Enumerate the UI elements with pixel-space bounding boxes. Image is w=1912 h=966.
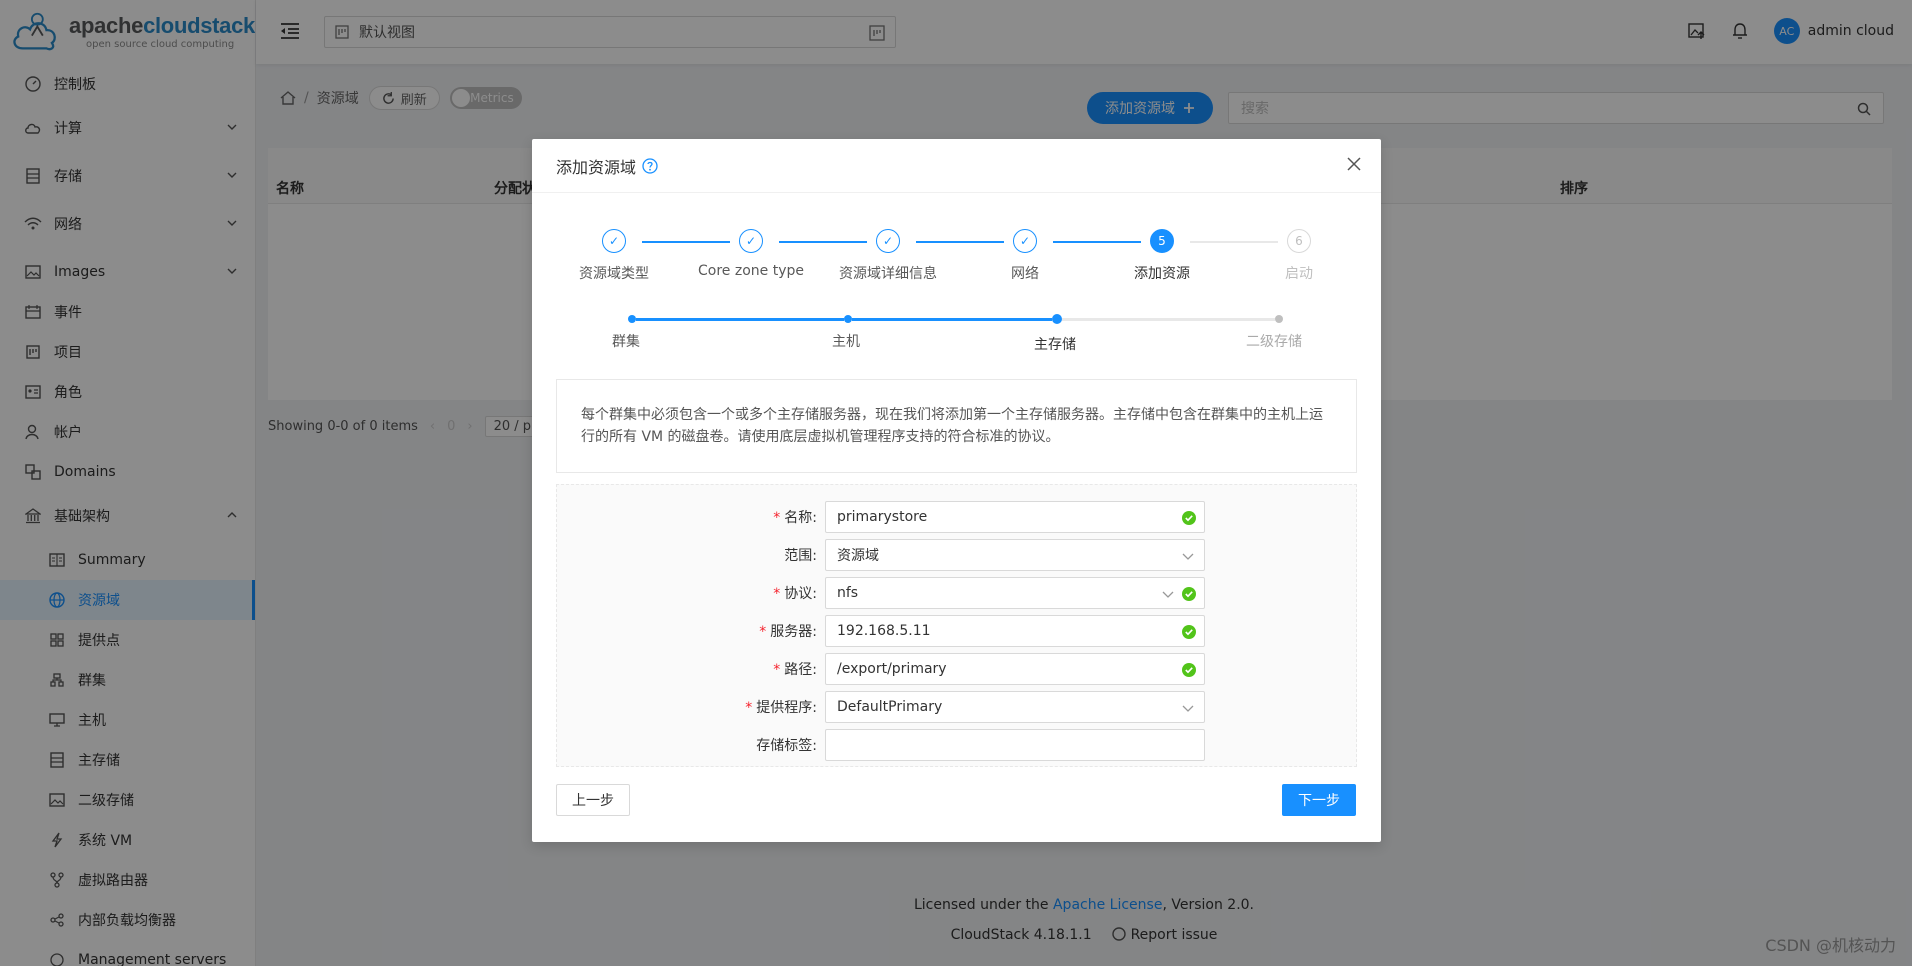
form-row-server: * 服务器: 192.168.5.11 xyxy=(557,615,1358,647)
form-row-tags: 存储标签: xyxy=(557,729,1358,761)
field-label-name: 名称 xyxy=(784,510,813,526)
primary-storage-form: * 名称: primarystore 范围: 资源域 * 协议: nfs * 服务器: xyxy=(556,484,1357,767)
check-circle-icon xyxy=(1182,587,1196,601)
check-circle-icon xyxy=(1182,663,1196,677)
name-input[interactable]: primarystore xyxy=(825,501,1205,533)
wizard-steps: ✓ 资源域类型 ✓ Core zone type ✓ 资源域详细信息 ✓ 网络 … xyxy=(556,229,1356,289)
chevron-down-icon xyxy=(1182,705,1194,712)
name-value: primarystore xyxy=(837,509,928,525)
resource-substeps: 群集 主机 主存储 二级存储 xyxy=(556,314,1356,355)
protocol-select[interactable]: nfs xyxy=(825,577,1205,609)
check-circle-icon xyxy=(1182,511,1196,525)
field-label-protocol: 协议 xyxy=(784,586,813,602)
step-label: Core zone type xyxy=(698,263,804,279)
form-row-scope: 范围: 资源域 xyxy=(557,539,1358,571)
add-zone-dialog: 添加资源域 ✓ 资源域类型 ✓ Core zone type ✓ 资源域详细信息… xyxy=(532,139,1381,842)
server-input[interactable]: 192.168.5.11 xyxy=(825,615,1205,647)
step-core-zone-type: ✓ Core zone type xyxy=(681,229,821,279)
field-label-scope: 范围 xyxy=(784,548,813,564)
substep-dot-host xyxy=(844,315,852,323)
step-add-resources: 5 添加资源 xyxy=(1092,229,1232,283)
form-row-protocol: * 协议: nfs xyxy=(557,577,1358,609)
dialog-title: 添加资源域 xyxy=(556,157,637,177)
form-row-provider: * 提供程序: DefaultPrimary xyxy=(557,691,1358,723)
step-description: 每个群集中必须包含一个或多个主存储服务器，现在我们将添加第一个主存储服务器。主存… xyxy=(556,379,1357,473)
step-number: 6 xyxy=(1287,229,1311,253)
step-network: ✓ 网络 xyxy=(955,229,1095,283)
chevron-down-icon xyxy=(1182,553,1194,560)
scope-select[interactable]: 资源域 xyxy=(825,539,1205,571)
check-icon: ✓ xyxy=(602,229,626,253)
server-value: 192.168.5.11 xyxy=(837,623,931,639)
step-label: 资源域详细信息 xyxy=(839,266,937,282)
substep-label-secondary-storage: 二级存储 xyxy=(1246,334,1302,350)
check-icon: ✓ xyxy=(876,229,900,253)
close-icon[interactable] xyxy=(1347,157,1361,171)
step-label: 网络 xyxy=(1011,266,1039,282)
substep-dot-cluster xyxy=(628,315,636,323)
check-icon: ✓ xyxy=(739,229,763,253)
step-label: 启动 xyxy=(1285,266,1313,282)
substep-label-primary-storage: 主存储 xyxy=(1034,337,1076,353)
step-label: 添加资源 xyxy=(1134,266,1190,282)
provider-value: DefaultPrimary xyxy=(837,699,943,715)
field-label-tags: 存储标签 xyxy=(756,738,813,754)
required-mark: * xyxy=(773,586,781,602)
substep-dot-primary-storage xyxy=(1052,314,1062,324)
field-label-server: 服务器 xyxy=(770,624,813,640)
required-mark: * xyxy=(773,662,781,678)
step-number: 5 xyxy=(1150,229,1174,253)
dialog-header: 添加资源域 xyxy=(532,139,1381,193)
substep-label-cluster: 群集 xyxy=(612,334,640,350)
path-value: /export/primary xyxy=(837,661,947,677)
question-circle-icon[interactable] xyxy=(642,157,658,174)
provider-select[interactable]: DefaultPrimary xyxy=(825,691,1205,723)
required-mark: * xyxy=(745,700,753,716)
step-label: 资源域类型 xyxy=(579,266,649,282)
field-label-path: 路径 xyxy=(784,662,813,678)
form-row-path: * 路径: /export/primary xyxy=(557,653,1358,685)
step-zone-details: ✓ 资源域详细信息 xyxy=(818,229,958,283)
path-input[interactable]: /export/primary xyxy=(825,653,1205,685)
protocol-value: nfs xyxy=(837,585,859,601)
field-label-provider: 提供程序 xyxy=(756,700,813,716)
step-zone-type: ✓ 资源域类型 xyxy=(544,229,684,283)
substep-label-host: 主机 xyxy=(832,334,860,350)
storage-tags-input[interactable] xyxy=(825,729,1205,761)
check-icon: ✓ xyxy=(1013,229,1037,253)
required-mark: * xyxy=(759,624,767,640)
chevron-down-icon xyxy=(1162,591,1174,598)
required-mark: * xyxy=(773,510,781,526)
step-launch: 6 启动 xyxy=(1229,229,1369,283)
form-row-name: * 名称: primarystore xyxy=(557,501,1358,533)
check-circle-icon xyxy=(1182,625,1196,639)
previous-button[interactable]: 上一步 xyxy=(556,784,630,816)
substep-dot-secondary-storage xyxy=(1275,315,1283,323)
next-button[interactable]: 下一步 xyxy=(1282,784,1356,816)
scope-value: 资源域 xyxy=(837,548,879,564)
